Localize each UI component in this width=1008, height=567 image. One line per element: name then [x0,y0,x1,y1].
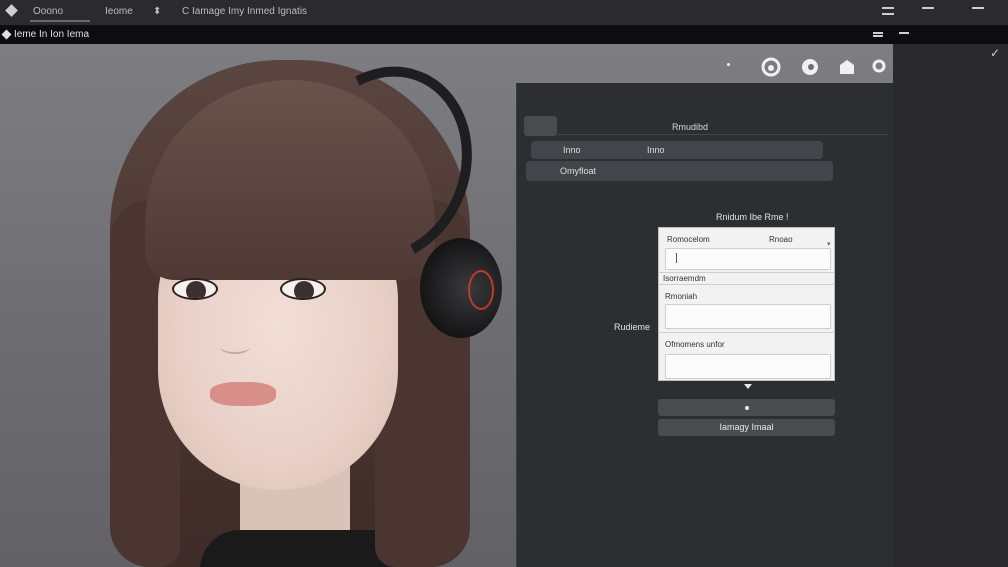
app-logo-icon [5,4,18,17]
menu-label[interactable]: Ieome [105,6,133,17]
divider [558,134,888,135]
text-caret [676,253,677,263]
dropdown-arrow-icon[interactable] [744,384,752,389]
lips [210,382,276,406]
text-input[interactable] [665,248,831,270]
headphone-icon [420,238,502,338]
menu-strip: Ieme In Ion Iema [0,26,1008,44]
panel-toggle-icon[interactable] [873,32,883,37]
breadcrumb[interactable]: Ieme In Ion Iema [14,29,89,40]
minimize-button[interactable] [882,7,894,15]
title-bar: Ooono Ieome ⬍ C Iamage Imy Inmed Ignatis [0,0,1008,26]
right-sidebar [893,44,1008,567]
panel-tab-label: Rmudibd [672,122,709,132]
dot-icon[interactable] [727,63,730,66]
restore-button[interactable] [922,7,934,11]
menu-logo-icon [1,29,12,40]
spiral-icon[interactable] [760,56,782,78]
form-header-right: Rnoao [769,235,793,244]
chevron-down-icon[interactable]: ▾ [827,240,831,248]
divider [659,332,834,333]
left-eye [172,278,218,300]
portrait-image [90,41,510,567]
panel-row-toggle[interactable]: Inno Inno [531,141,823,159]
nose [220,340,250,354]
apply-button[interactable]: Iamagy Imaal [658,419,835,436]
section-heading: Rnidum Ibe Rme ! [716,212,789,222]
row-left-label: Inno [563,145,581,155]
divider [659,284,834,285]
form-row-label: Ofmomens unfor [665,340,725,349]
settings-form: Romocelom Rnoao ▾ Isorraemdm Rmoniah Ofm… [658,227,835,381]
panel-row-option[interactable]: Omyfloat [526,161,833,181]
form-row-label: Rmoniah [665,292,698,301]
right-eye [280,278,326,300]
form-header-left: Romocelom [667,235,710,244]
more-button[interactable] [658,399,835,416]
textarea-field[interactable] [665,304,831,329]
circle-icon[interactable] [871,56,887,78]
form-row-label: Isorraemdm [663,274,706,283]
panel-tab-button[interactable] [524,116,557,136]
sort-caret-icon[interactable]: ⬍ [153,6,161,17]
row-right-label: Inno [647,145,665,155]
form-side-label: Rudieme [614,322,651,332]
swirl-icon[interactable] [799,56,821,78]
close-button[interactable] [972,7,984,11]
divider [659,272,834,273]
collapse-icon[interactable] [899,32,909,35]
window-title: C Iamage Imy Inmed Ignatis [182,6,308,17]
tab-label[interactable]: Ooono [33,6,63,17]
bag-icon[interactable] [836,56,858,78]
row-option-label: Omyfloat [560,166,597,176]
textarea-field[interactable] [665,354,831,379]
checkmark-icon[interactable]: ✓ [990,46,1000,60]
dot-icon [744,405,749,410]
